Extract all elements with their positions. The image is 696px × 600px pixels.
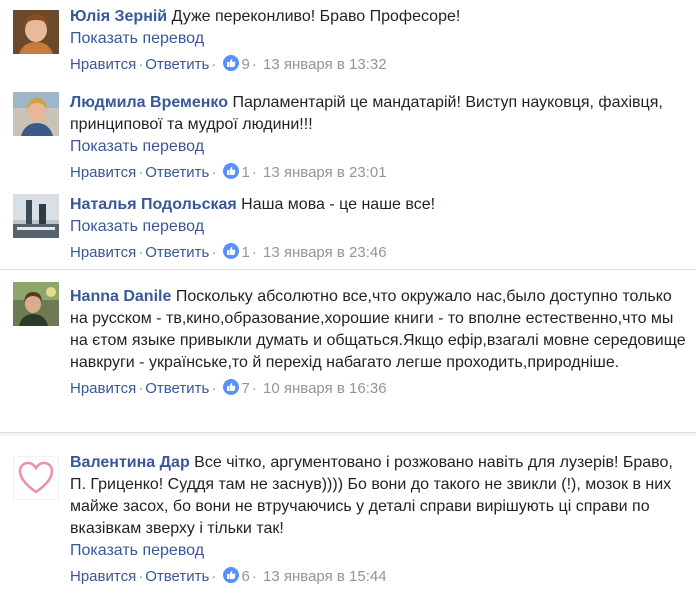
comment-body: Hanna Danile Поскольку абсолютно все,что… bbox=[70, 286, 686, 400]
comment-author[interactable]: Валентина Дар bbox=[70, 454, 190, 471]
comment: Людмила Временко Парламентарій це мандат… bbox=[0, 86, 696, 186]
like-count[interactable]: 9 bbox=[242, 56, 250, 73]
comment-body: Людмила Временко Парламентарій це мандат… bbox=[70, 92, 686, 184]
comment-actions: Нравится · Ответить · 1 · 13 января в 23:46 bbox=[70, 243, 387, 261]
thumbs-up-icon[interactable] bbox=[222, 243, 239, 259]
avatar[interactable] bbox=[13, 10, 59, 54]
avatar[interactable] bbox=[13, 456, 59, 500]
like-button[interactable]: Нравится bbox=[70, 244, 136, 261]
comment-author[interactable]: Наталья Подольская bbox=[70, 196, 237, 213]
comment-timestamp[interactable]: 13 января в 23:01 bbox=[263, 164, 387, 181]
comment-body: Наталья Подольская Наша мова - це наше в… bbox=[70, 194, 686, 264]
thumbs-up-icon[interactable] bbox=[222, 55, 239, 71]
divider bbox=[0, 269, 696, 270]
comment-actions: Нравится · Ответить · 6 · 13 января в 15:44 bbox=[70, 567, 387, 585]
comment-body: Валентина Дар Все чітко, аргументовано і… bbox=[70, 452, 686, 588]
show-translation-link[interactable]: Показать перевод bbox=[70, 136, 686, 158]
thumbs-up-icon[interactable] bbox=[222, 163, 239, 179]
like-count[interactable]: 1 bbox=[242, 244, 250, 261]
like-count[interactable]: 1 bbox=[242, 164, 250, 181]
comment: Юлія Зерній Дуже переконливо! Браво Проф… bbox=[0, 0, 696, 88]
show-translation-link[interactable]: Показать перевод bbox=[70, 540, 686, 562]
like-count[interactable]: 7 bbox=[242, 380, 250, 397]
thumbs-up-icon[interactable] bbox=[222, 379, 239, 395]
comment-author[interactable]: Людмила Временко bbox=[70, 94, 228, 111]
thumbs-up-icon[interactable] bbox=[222, 567, 239, 583]
comment-actions: Нравится · Ответить · 1 · 13 января в 23:01 bbox=[70, 163, 387, 181]
reply-button[interactable]: Ответить bbox=[145, 380, 209, 397]
comment: Валентина Дар Все чітко, аргументовано і… bbox=[0, 446, 696, 600]
comment-actions: Нравится · Ответить · 7 · 10 января в 16:36 bbox=[70, 379, 387, 397]
show-translation-link[interactable]: Показать перевод bbox=[70, 28, 686, 50]
avatar[interactable] bbox=[13, 194, 59, 238]
reply-button[interactable]: Ответить bbox=[145, 244, 209, 261]
comment-author[interactable]: Юлія Зерній bbox=[70, 8, 167, 25]
comment-text: Дуже переконливо! Браво Професоре! bbox=[171, 8, 461, 25]
avatar[interactable] bbox=[13, 92, 59, 136]
reply-button[interactable]: Ответить bbox=[145, 164, 209, 181]
reply-button[interactable]: Ответить bbox=[145, 56, 209, 73]
comment-text: Наша мова - це наше все! bbox=[241, 196, 436, 213]
like-button[interactable]: Нравится bbox=[70, 380, 136, 397]
reply-button[interactable]: Ответить bbox=[145, 568, 209, 585]
avatar[interactable] bbox=[13, 282, 59, 326]
comment-body: Юлія Зерній Дуже переконливо! Браво Проф… bbox=[70, 6, 686, 76]
section-gap bbox=[0, 433, 696, 436]
comment-timestamp[interactable]: 13 января в 13:32 bbox=[263, 56, 387, 73]
comment-timestamp[interactable]: 13 января в 23:46 bbox=[263, 244, 387, 261]
comment-timestamp[interactable]: 10 января в 16:36 bbox=[263, 380, 387, 397]
comment-timestamp[interactable]: 13 января в 15:44 bbox=[263, 568, 387, 585]
like-button[interactable]: Нравится bbox=[70, 568, 136, 585]
comment: Hanna Danile Поскольку абсолютно все,что… bbox=[0, 280, 696, 430]
show-translation-link[interactable]: Показать перевод bbox=[70, 216, 686, 238]
comment-author[interactable]: Hanna Danile bbox=[70, 288, 171, 305]
like-count[interactable]: 6 bbox=[242, 568, 250, 585]
like-button[interactable]: Нравится bbox=[70, 164, 136, 181]
comment-actions: Нравится · Ответить · 9 · 13 января в 13:32 bbox=[70, 55, 387, 73]
like-button[interactable]: Нравится bbox=[70, 56, 136, 73]
comment: Наталья Подольская Наша мова - це наше в… bbox=[0, 188, 696, 268]
